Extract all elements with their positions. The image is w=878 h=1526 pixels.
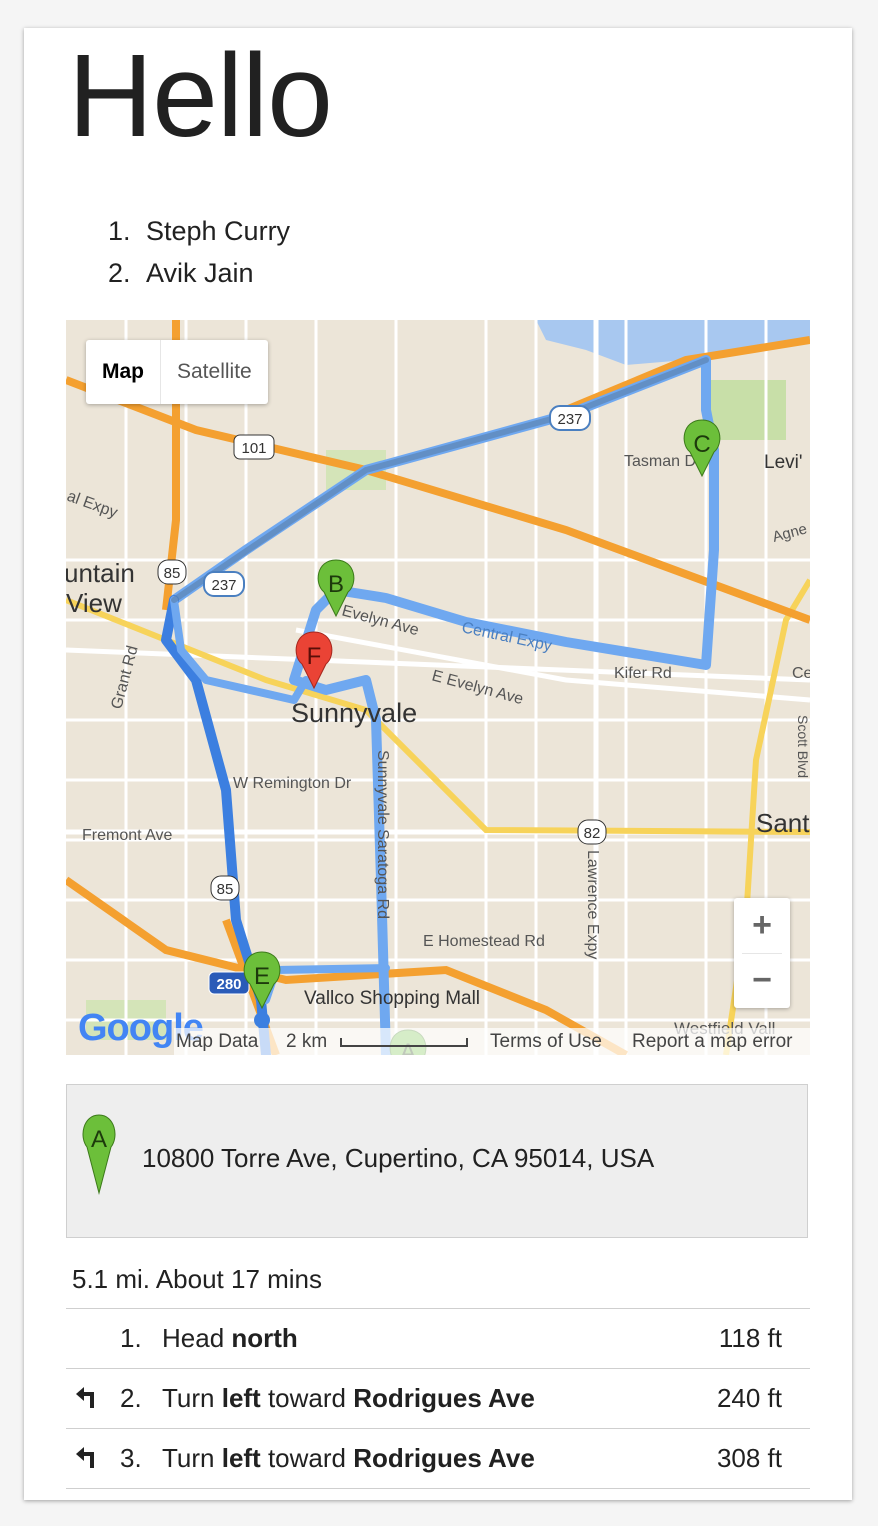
map-label-road: al Expy <box>66 488 120 522</box>
svg-text:B: B <box>328 571 344 598</box>
shield-label: 85 <box>217 881 234 898</box>
list-number: 1. <box>108 216 131 246</box>
marker-a-icon: A <box>82 1114 116 1195</box>
direction-step[interactable]: 2. Turn left toward Rodrigues Ave 240 ft <box>66 1368 810 1428</box>
step-number: 3. <box>120 1443 142 1473</box>
page-card: Hello 1. Steph Curry 2. Avik Jain Sunnyv… <box>24 28 852 1500</box>
step-instruction: Head north <box>162 1323 298 1353</box>
start-waypoint: A 10800 Torre Ave, Cupertino, CA 95014, … <box>66 1084 808 1238</box>
map-label-road: Lawrence Expy <box>584 850 601 959</box>
step-number: 2. <box>120 1383 142 1413</box>
shield-label: 237 <box>211 577 236 594</box>
step-instruction: Turn left toward Rodrigues Ave <box>162 1443 535 1473</box>
list-item: 1. Steph Curry <box>108 210 290 252</box>
route-start-dot <box>254 1012 270 1028</box>
map-label-road: W Remington Dr <box>233 775 352 792</box>
shield-label: 280 <box>216 976 241 993</box>
svg-text:F: F <box>307 643 322 670</box>
svg-text:E: E <box>254 963 270 990</box>
step-distance: 240 ft <box>716 1383 782 1413</box>
bay-water <box>536 320 810 365</box>
map-label-road: Tasman Dr <box>624 453 702 470</box>
map-label-road: Central Expy <box>460 619 553 655</box>
zoom-out-button[interactable]: − <box>734 953 790 1008</box>
map-attribution-bar: Map Data 2 km Terms of Use Report a map … <box>174 1028 810 1055</box>
directions-steps: 1. Head north 118 ft 2. Turn left toward… <box>66 1308 810 1489</box>
map-label-poi: Levi' <box>764 452 802 473</box>
direction-step[interactable]: 1. Head north 118 ft <box>66 1308 810 1368</box>
step-distance: 308 ft <box>716 1443 782 1473</box>
turn-left-icon <box>76 1387 94 1408</box>
list-item: 2. Avik Jain <box>108 252 290 294</box>
zoom-divider <box>742 953 782 954</box>
list-number: 2. <box>108 258 131 288</box>
step-number: 1. <box>120 1323 142 1353</box>
step-instruction: Turn left toward Rodrigues Ave <box>162 1383 535 1413</box>
map-label-poi: Vallco Shopping Mall <box>304 988 480 1009</box>
report-error-link[interactable]: Report a map error <box>632 1028 793 1055</box>
svg-text:A: A <box>91 1126 107 1153</box>
map-type-control: Map Satellite <box>86 340 268 404</box>
list-item-name: Avik Jain <box>146 258 254 288</box>
map-label-mountain-view: View <box>66 588 122 618</box>
scale-label: 2 km <box>286 1031 328 1052</box>
map-label-road: Kifer Rd <box>614 665 672 682</box>
map-label-mountain-view: untain <box>66 558 135 588</box>
map-label-road: Agne <box>771 520 809 545</box>
map-label-road: E Homestead Rd <box>423 933 545 950</box>
shield-label: 85 <box>164 565 181 582</box>
zoom-in-button[interactable]: + <box>734 898 790 953</box>
route-summary: 5.1 mi. About 17 mins <box>72 1264 323 1294</box>
direction-step[interactable]: 3. Turn left toward Rodrigues Ave 308 ft <box>66 1428 810 1489</box>
map-label-sunnyvale: Sunnyvale <box>291 698 417 728</box>
names-list: 1. Steph Curry 2. Avik Jain <box>108 210 290 294</box>
page-title: Hello <box>68 30 333 162</box>
zoom-control: + − <box>734 898 790 1008</box>
map-label-city: Sant <box>756 808 810 838</box>
map-type-satellite-button[interactable]: Satellite <box>161 340 268 404</box>
terms-link[interactable]: Terms of Use <box>490 1028 602 1055</box>
shield-label: 82 <box>584 825 601 842</box>
map-label-road: E Evelyn Ave <box>430 667 525 708</box>
map-label-road: Scott Blvd <box>795 715 810 778</box>
svg-text:C: C <box>693 431 710 458</box>
waypoint-address: 10800 Torre Ave, Cupertino, CA 95014, US… <box>142 1143 655 1173</box>
list-item-name: Steph Curry <box>146 216 291 246</box>
map-view[interactable]: Sunnyvale untain View al Expy Grant Rd E… <box>66 320 810 1055</box>
map-label-road: Ce <box>792 665 810 682</box>
shield-label: 237 <box>557 411 582 428</box>
map-label-road: Fremont Ave <box>82 827 173 844</box>
step-distance: 118 ft <box>718 1323 782 1353</box>
shield-label: 101 <box>241 440 266 457</box>
marker-e[interactable]: E <box>243 951 281 1010</box>
turn-left-icon <box>76 1447 94 1468</box>
map-canvas[interactable]: Sunnyvale untain View al Expy Grant Rd E… <box>66 320 810 1055</box>
map-type-map-button[interactable]: Map <box>86 340 161 404</box>
map-label-road: Sunnyvale Saratoga Rd <box>374 750 391 919</box>
scale-bar <box>340 1038 468 1047</box>
map-data-link[interactable]: Map Data <box>176 1028 258 1055</box>
